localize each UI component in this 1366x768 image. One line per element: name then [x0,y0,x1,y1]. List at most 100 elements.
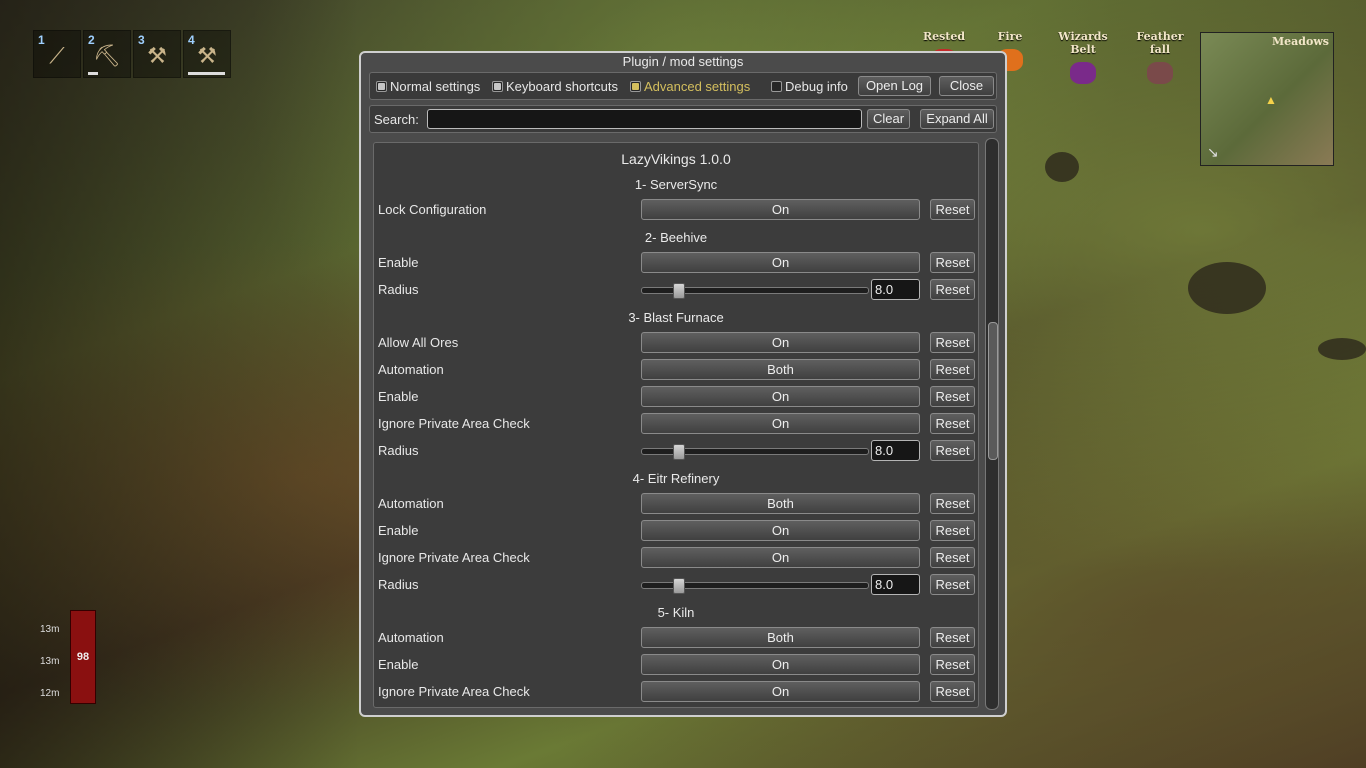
value-toggle-button[interactable]: Both [641,359,920,380]
section-header[interactable]: 5- Kiln [374,605,978,620]
hotbar-slot-3[interactable]: 3 ⚒ [133,30,181,78]
scrollbar[interactable] [985,138,999,710]
feather-icon [1147,62,1173,84]
setting-name: Automation [378,362,444,377]
reset-button[interactable]: Reset [930,386,975,407]
setting-row: Ignore Private Area Check On Reset [374,681,978,703]
value-toggle-button[interactable]: On [641,413,920,434]
reset-button[interactable]: Reset [930,279,975,300]
setting-row: Radius 8.0 Reset [374,440,978,462]
keyboard-shortcuts-toggle[interactable]: Keyboard shortcuts [492,79,618,94]
minimap[interactable]: Meadows ▲ ↘ [1200,32,1334,166]
reset-button[interactable]: Reset [930,627,975,648]
stat-value: 13m [40,656,60,667]
open-log-button[interactable]: Open Log [858,76,931,96]
setting-name: Automation [378,496,444,511]
reset-button[interactable]: Reset [930,574,975,595]
value-toggle-button[interactable]: On [641,520,920,541]
setting-name: Radius [378,282,419,297]
slider-handle[interactable] [673,444,686,460]
health-value: 98 [76,651,90,663]
settings-toolbar: Normal settings Keyboard shortcuts Advan… [369,72,997,100]
reset-button[interactable]: Reset [930,493,975,514]
radius-slider[interactable] [641,283,869,299]
settings-window: Plugin / mod settings Normal settings Ke… [359,51,1007,717]
reset-button[interactable]: Reset [930,547,975,568]
setting-row: Automation Both Reset [374,493,978,515]
value-toggle-button[interactable]: On [641,332,920,353]
value-toggle-button[interactable]: On [641,199,920,220]
reset-button[interactable]: Reset [930,520,975,541]
setting-name: Enable [378,657,419,672]
expand-all-button[interactable]: Expand All [920,109,994,129]
clear-button[interactable]: Clear [867,109,910,129]
setting-name: Ignore Private Area Check [378,416,530,431]
setting-name: Radius [378,577,419,592]
setting-row: Enable On Reset [374,386,978,408]
status-label: Wizards Belt [1058,30,1108,56]
advanced-settings-toggle[interactable]: Advanced settings [630,79,750,94]
value-input[interactable]: 8.0 [871,279,920,300]
checkbox-icon [376,81,387,92]
wizards-belt-icon [1070,62,1096,84]
plugin-title: LazyVikings 1.0.0 [621,151,731,167]
value-toggle-button[interactable]: On [641,252,920,273]
value-toggle-button[interactable]: On [641,654,920,675]
value-toggle-button[interactable]: Both [641,493,920,514]
section-header[interactable]: 3- Blast Furnace [374,310,978,325]
setting-row: Radius 8.0 Reset [374,279,978,301]
hotbar: 1 ⟋ 2 ⛏ 3 ⚒ 4 ⚒ [33,30,231,78]
status-label: Fire [997,30,1023,43]
section-header[interactable]: 4- Eitr Refinery [374,471,978,486]
reset-button[interactable]: Reset [930,654,975,675]
search-input[interactable] [427,109,862,129]
scrollbar-thumb[interactable] [988,322,998,460]
setting-name: Ignore Private Area Check [378,684,530,699]
setting-name: Ignore Private Area Check [378,550,530,565]
pickaxe-icon: ⛏ [93,43,121,68]
durability-bar [88,72,98,75]
scene-rock [1188,262,1266,314]
hotbar-slot-4[interactable]: 4 ⚒ [183,30,231,78]
setting-row: Ignore Private Area Check On Reset [374,413,978,435]
section-header[interactable]: 1- ServerSync [374,177,978,192]
setting-row: Enable On Reset [374,654,978,676]
stat-value: 12m [40,688,60,699]
value-toggle-button[interactable]: On [641,386,920,407]
reset-button[interactable]: Reset [930,359,975,380]
radius-slider[interactable] [641,444,869,460]
radius-slider[interactable] [641,578,869,594]
section-header[interactable]: 2- Beehive [374,230,978,245]
setting-name: Radius [378,443,419,458]
search-label: Search: [374,112,419,127]
value-input[interactable]: 8.0 [871,574,920,595]
normal-settings-toggle[interactable]: Normal settings [376,79,480,94]
slider-handle[interactable] [673,283,686,299]
toggle-label: Normal settings [390,79,481,94]
debug-info-toggle[interactable]: Debug info [771,79,848,94]
close-button[interactable]: Close [939,76,994,96]
reset-button[interactable]: Reset [930,440,975,461]
compass-arrow-icon: ↘ [1207,144,1219,160]
hotbar-slot-2[interactable]: 2 ⛏ [83,30,131,78]
reset-button[interactable]: Reset [930,199,975,220]
setting-row: Enable On Reset [374,520,978,542]
value-input[interactable]: 8.0 [871,440,920,461]
reset-button[interactable]: Reset [930,332,975,353]
slider-handle[interactable] [673,578,686,594]
setting-name: Automation [378,630,444,645]
reset-button[interactable]: Reset [930,252,975,273]
reset-button[interactable]: Reset [930,681,975,702]
value-toggle-button[interactable]: Both [641,627,920,648]
player-marker-icon: ▲ [1265,93,1277,107]
value-toggle-button[interactable]: On [641,547,920,568]
hotbar-slot-1[interactable]: 1 ⟋ [33,30,81,78]
hammer-icon: ⚒ [197,43,217,68]
window-title: Plugin / mod settings [622,54,744,69]
biome-label: Meadows [1272,35,1329,48]
toggle-label: Keyboard shortcuts [506,79,619,94]
settings-list[interactable]: LazyVikings 1.0.0 1- ServerSync Lock Conf… [373,142,979,708]
value-toggle-button[interactable]: On [641,681,920,702]
reset-button[interactable]: Reset [930,413,975,434]
setting-row: Ignore Private Area Check On Reset [374,547,978,569]
